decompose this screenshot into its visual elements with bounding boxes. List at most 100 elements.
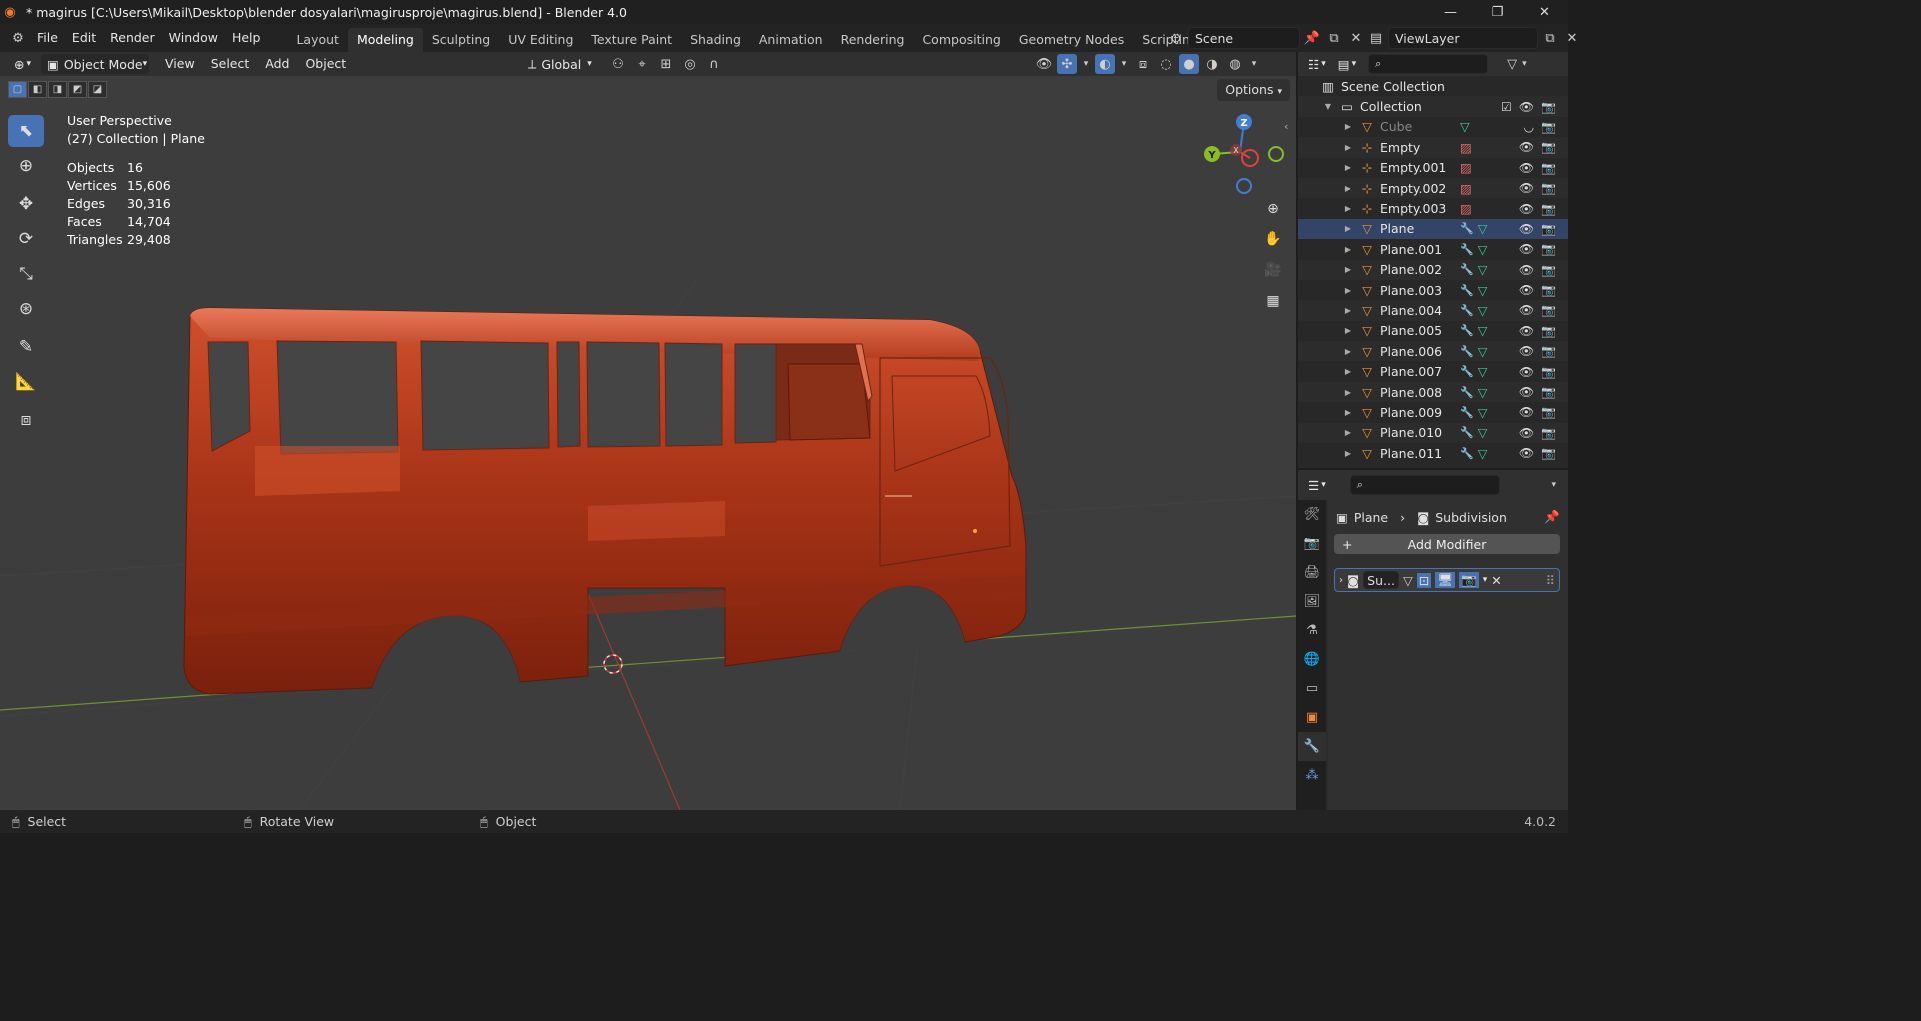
new-viewlayer-icon[interactable]: ⧉ — [1540, 28, 1560, 48]
solid-shading-icon[interactable]: ● — [1179, 54, 1199, 74]
viewport-toggle-icon[interactable]: 🖥 — [1435, 572, 1456, 588]
mesh-data-icon[interactable]: ▽ — [1478, 323, 1488, 338]
eye-icon[interactable]: 👁 — [1519, 446, 1534, 460]
outliner-item-plane-009[interactable]: ▶ ▽ Plane.009 🔧 ▽ 👁 📷 — [1298, 402, 1568, 422]
wrench-icon[interactable]: 🔧 — [1460, 222, 1474, 235]
chevron-down-icon[interactable]: ▾ — [1118, 54, 1130, 74]
perspective-grid-icon[interactable]: ▦ — [1262, 290, 1284, 312]
viewlayer-name-field[interactable]: ViewLayer — [1388, 27, 1538, 49]
eye-icon[interactable]: 👁 — [1519, 303, 1534, 317]
rendered-shading-icon[interactable]: ◍ — [1225, 54, 1245, 74]
checkbox-icon[interactable]: ☑ — [1501, 100, 1512, 114]
mesh-data-icon[interactable]: ▽ — [1478, 303, 1488, 318]
mesh-data-icon[interactable]: ▽ — [1478, 364, 1488, 379]
expand-arrow-icon[interactable]: ▶ — [1342, 326, 1354, 335]
image-empty-icon[interactable]: ▨ — [1460, 201, 1472, 216]
3d-viewport[interactable]: ▢ ◧ ◨ ◩ ◪ ⬉ ⊕ ✥ ⟳ ⤡ ⊛ ✎ 📐 ⧈ User Perspec… — [0, 76, 1296, 810]
properties-editor-type-dropdown[interactable]: ☰ ▾ — [1302, 475, 1332, 495]
expand-arrow-icon[interactable]: ▶ — [1342, 224, 1354, 233]
neg-z-axis-handle[interactable] — [1236, 178, 1252, 194]
wireframe-shading-icon[interactable]: ◌ — [1156, 54, 1176, 74]
outliner-item-plane-004[interactable]: ▶ ▽ Plane.004 🔧 ▽ 👁 📷 — [1298, 300, 1568, 321]
wrench-icon[interactable]: 🔧 — [1460, 345, 1474, 358]
image-empty-icon[interactable]: ▨ — [1460, 140, 1472, 155]
expand-arrow-icon[interactable]: ▶ — [1342, 163, 1354, 172]
outliner-item-plane[interactable]: ▶ ▽ Plane 🔧 ▽ 👁 📷 — [1298, 218, 1568, 240]
cursor-tool[interactable]: ⊕ — [8, 150, 44, 182]
expand-arrow-icon[interactable]: ▶ — [1342, 265, 1354, 274]
eye-icon[interactable]: 👁 — [1519, 100, 1534, 114]
menu-window[interactable]: Window — [162, 27, 225, 49]
expand-arrow-icon[interactable]: ▶ — [1342, 122, 1354, 131]
camera-icon[interactable]: 📷 — [1541, 161, 1556, 175]
camera-icon[interactable]: 📷 — [1541, 385, 1556, 399]
outliner-item-empty[interactable]: ▶ ⊹ Empty ▨ 👁 📷 — [1298, 137, 1568, 158]
camera-icon[interactable]: 📷 — [1541, 365, 1556, 379]
pin-scene-icon[interactable]: 📌 — [1302, 28, 1322, 48]
remove-modifier-icon[interactable]: ✕ — [1491, 573, 1501, 588]
tab-uv-editing[interactable]: UV Editing — [499, 28, 582, 52]
tab-texture-paint[interactable]: Texture Paint — [582, 28, 681, 52]
camera-icon[interactable]: 📷 — [1541, 100, 1556, 114]
zoom-icon[interactable]: ⊕ — [1262, 198, 1284, 220]
outliner-item-plane-005[interactable]: ▶ ▽ Plane.005 🔧 ▽ 👁 📷 — [1298, 321, 1568, 341]
add-modifier-button[interactable]: + Add Modifier — [1334, 534, 1560, 554]
outliner-item-empty-001[interactable]: ▶ ⊹ Empty.001 ▨ 👁 📷 — [1298, 158, 1568, 178]
material-shading-icon[interactable]: ◑ — [1202, 54, 1222, 74]
annotate-tool[interactable]: ✎ — [8, 331, 44, 363]
wrench-icon[interactable]: 🔧 — [1460, 324, 1474, 337]
chevron-right-icon[interactable]: › — [1339, 575, 1343, 586]
chevron-down-icon[interactable]: ▾ — [1522, 59, 1527, 69]
menu-render[interactable]: Render — [103, 27, 162, 49]
properties-search-input[interactable]: ⌕ — [1349, 475, 1500, 495]
eye-icon[interactable]: 👁 — [1519, 283, 1534, 297]
pivot-point-icon[interactable]: ⚇ — [608, 54, 628, 74]
mesh-data-icon[interactable]: ▽ — [1478, 446, 1488, 461]
vehicle-body[interactable] — [183, 307, 1027, 695]
expand-arrow-icon[interactable]: ▶ — [1342, 306, 1354, 315]
on-cage-toggle-icon[interactable]: ⊡ — [1416, 572, 1432, 588]
outliner-item-empty-002[interactable]: ▶ ⊹ Empty.002 ▨ 👁 📷 — [1298, 177, 1568, 199]
mesh-data-icon[interactable]: ▽ — [1478, 385, 1488, 400]
outliner-item-empty-003[interactable]: ▶ ⊹ Empty.003 ▨ 👁 📷 — [1298, 198, 1568, 218]
outliner-item-cube[interactable]: ▶ ▽ Cube ▽ ◡ 📷 — [1298, 117, 1568, 137]
delete-scene-icon[interactable]: ✕ — [1346, 28, 1366, 48]
tab-sculpting[interactable]: Sculpting — [423, 28, 499, 52]
eye-icon[interactable]: 👁 — [1519, 181, 1534, 195]
3d-cursor[interactable] — [603, 654, 623, 674]
drag-handle-icon[interactable]: ⠿ — [1546, 573, 1555, 588]
collection-row[interactable]: ▼ ▭ Collection ☑ 👁 📷 — [1298, 96, 1568, 117]
output-tab-icon[interactable]: 🖨 — [1298, 558, 1326, 587]
camera-icon[interactable]: 📷 — [1541, 283, 1556, 297]
expand-arrow-icon[interactable]: ▶ — [1342, 245, 1354, 254]
outliner-item-plane-007[interactable]: ▶ ▽ Plane.007 🔧 ▽ 👁 📷 — [1298, 361, 1568, 381]
camera-icon[interactable]: 📷 — [1541, 446, 1556, 460]
select-extend-icon[interactable]: ◧ — [28, 81, 47, 98]
camera-icon[interactable]: 📷 — [1541, 405, 1556, 419]
expand-arrow-icon[interactable]: ▶ — [1342, 367, 1354, 376]
wrench-icon[interactable]: 🔧 — [1460, 365, 1474, 378]
chevron-down-icon[interactable]: ▾ — [1483, 575, 1488, 585]
proportional-editing-icon[interactable]: ◎ — [680, 54, 700, 74]
wrench-icon[interactable]: 🔧 — [1460, 304, 1474, 317]
eye-icon[interactable]: 👁 — [1519, 344, 1534, 358]
hidden-eye-icon[interactable]: ◡ — [1524, 120, 1534, 134]
camera-icon[interactable]: 📷 — [1541, 324, 1556, 338]
eye-icon[interactable]: 👁 — [1519, 385, 1534, 399]
eye-icon[interactable]: 👁 — [1519, 263, 1534, 277]
outliner-item-plane-002[interactable]: ▶ ▽ Plane.002 🔧 ▽ 👁 📷 — [1298, 259, 1568, 280]
gizmo-toggle-icon[interactable]: ✣ — [1057, 54, 1077, 74]
tool-tab-icon[interactable]: 🛠 — [1298, 500, 1326, 529]
menu-help[interactable]: Help — [225, 27, 268, 49]
viewlayer-selector-icon[interactable]: ▤ — [1366, 28, 1386, 48]
expand-arrow-icon[interactable]: ▶ — [1342, 388, 1354, 397]
camera-icon[interactable]: 📷 — [1541, 120, 1556, 134]
tab-modeling[interactable]: Modeling — [347, 28, 423, 52]
expand-arrow-icon[interactable]: ▶ — [1342, 428, 1354, 437]
mesh-data-icon[interactable]: ▽ — [1478, 344, 1488, 359]
select-subtract-icon[interactable]: ◨ — [48, 81, 67, 98]
modifier-tab-icon[interactable]: 🔧 — [1298, 732, 1326, 761]
chevron-down-icon[interactable]: ▾ — [1248, 54, 1260, 74]
scene-selector-icon[interactable]: ⛭ — [1166, 28, 1186, 48]
new-scene-icon[interactable]: ⧉ — [1324, 28, 1344, 48]
